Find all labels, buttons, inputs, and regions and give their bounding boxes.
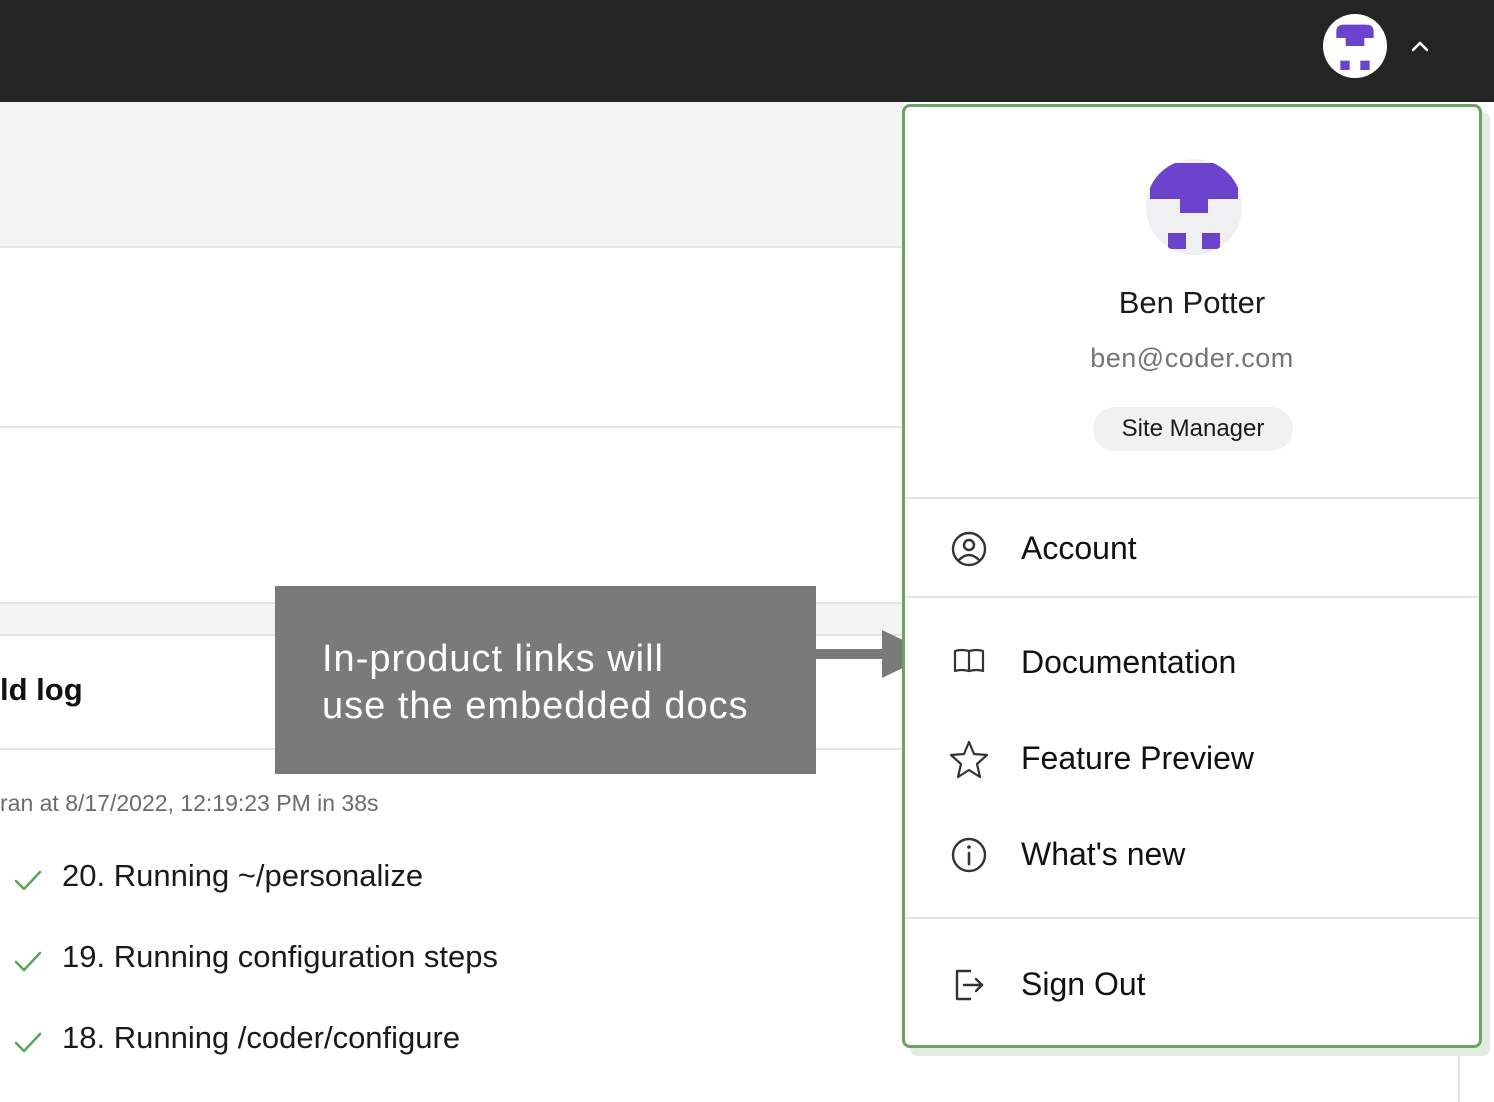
build-run-summary: ran at 8/17/2022, 12:19:23 PM in 38s (0, 790, 379, 816)
page-edge-divider (1458, 1048, 1460, 1102)
callout-line: use the embedded docs (322, 685, 749, 727)
menu-item-label: Sign Out (1021, 966, 1146, 1002)
info-icon (951, 837, 987, 873)
star-icon (949, 740, 989, 779)
menu-divider (905, 596, 1479, 598)
user-avatar-icon[interactable] (1323, 14, 1387, 78)
menu-item-whats-new[interactable]: What's new (905, 809, 1479, 899)
menu-item-label: Feature Preview (1021, 740, 1254, 776)
role-badge: Site Manager (1093, 407, 1293, 451)
check-icon (14, 951, 42, 972)
menu-item-documentation[interactable]: Documentation (905, 617, 1479, 707)
account-circle-icon (951, 531, 987, 567)
user-name: Ben Potter (1118, 285, 1266, 320)
menu-item-label: Documentation (1021, 644, 1237, 680)
build-log-title: ld log (0, 672, 83, 707)
chevron-up-icon[interactable] (1404, 30, 1436, 62)
section-divider (0, 426, 905, 428)
log-step-label: 19. Running configuration steps (62, 939, 499, 974)
menu-item-sign-out[interactable]: Sign Out (905, 939, 1479, 1029)
log-step-label: 20. Running ~/personalize (62, 858, 424, 893)
callout-text: In-product links will use the embedded d… (322, 636, 749, 730)
menu-item-label: What's new (1021, 836, 1186, 872)
log-step-label: 18. Running /coder/configure (62, 1020, 461, 1055)
log-step-row[interactable]: 18. Running /coder/configure (0, 1020, 880, 1060)
check-icon (14, 870, 42, 891)
user-dropdown-menu: Ben Potter ben@coder.com Site Manager Ac… (902, 104, 1482, 1048)
annotation-callout: In-product links will use the embedded d… (275, 586, 816, 774)
menu-divider (905, 917, 1479, 919)
menu-divider (905, 497, 1479, 499)
user-avatar-large-icon (1146, 159, 1242, 255)
page-header-band (0, 102, 905, 248)
sign-out-icon (955, 969, 984, 1001)
log-step-row[interactable]: 20. Running ~/personalize (0, 858, 880, 898)
top-bar (0, 0, 1494, 102)
book-icon (953, 648, 985, 673)
check-icon (14, 1032, 42, 1053)
menu-item-account[interactable]: Account (905, 503, 1479, 593)
menu-item-label: Account (1021, 530, 1137, 566)
user-email: ben@coder.com (1090, 343, 1294, 373)
menu-item-feature-preview[interactable]: Feature Preview (905, 713, 1479, 803)
log-step-row[interactable]: 19. Running configuration steps (0, 939, 880, 979)
callout-line: In-product links will (322, 638, 664, 680)
